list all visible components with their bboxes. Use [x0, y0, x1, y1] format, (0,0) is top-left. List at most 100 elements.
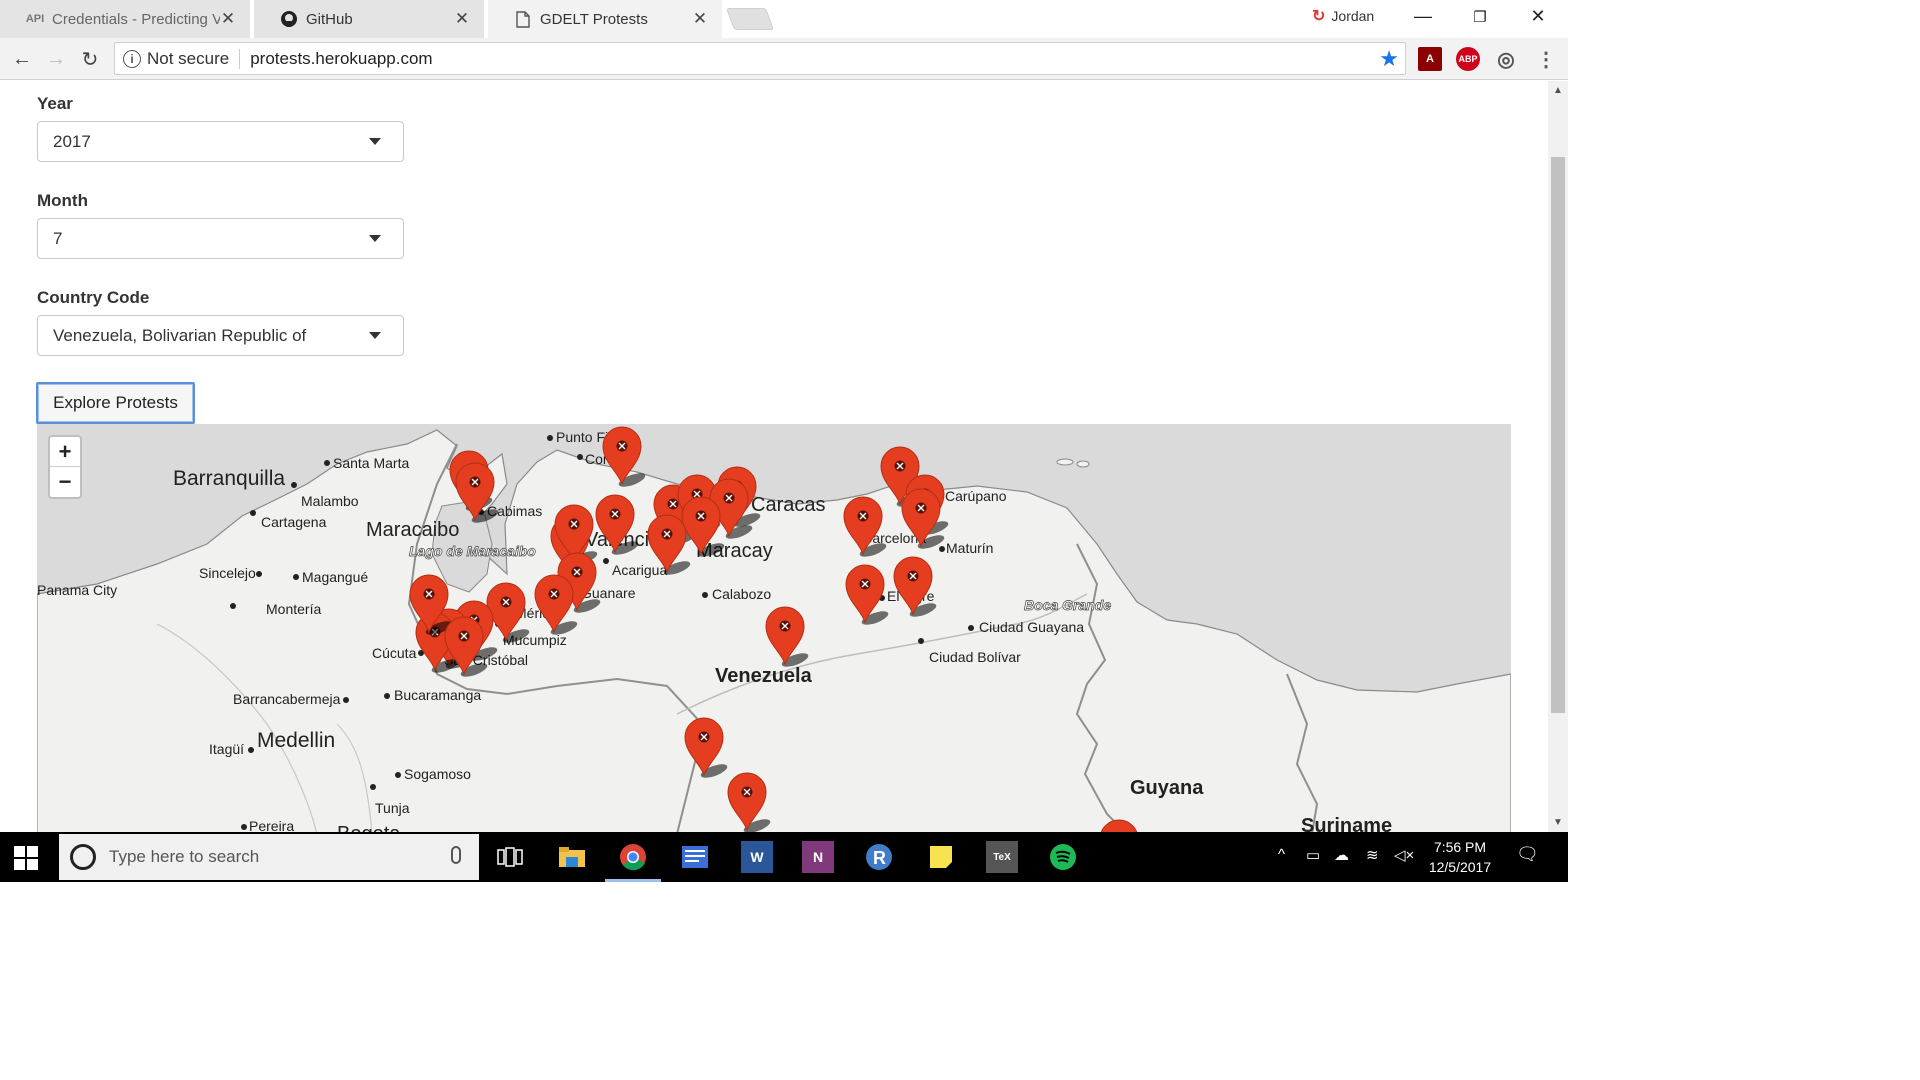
page-icon — [514, 10, 532, 28]
close-icon[interactable]: ✕ — [220, 9, 236, 29]
protest-map[interactable]: Barranquilla Santa Marta Malambo Cartage… — [37, 424, 1511, 832]
close-icon[interactable]: ✕ — [692, 9, 708, 29]
onedrive-icon[interactable]: ☁ — [1334, 846, 1349, 864]
tab-title: GDELT Protests — [540, 10, 648, 28]
month-select[interactable]: 7 — [37, 218, 404, 259]
svg-text:Carúpano: Carúpano — [945, 488, 1007, 504]
tab-strip: API Credentials - Predicting V ✕ GitHub … — [0, 0, 1568, 38]
texmaker-icon[interactable]: TeX — [986, 841, 1018, 873]
word-icon[interactable]: W — [741, 841, 773, 873]
svg-text:Venezuela: Venezuela — [715, 665, 813, 687]
zoom-in-button[interactable]: + — [50, 437, 80, 467]
onenote-icon[interactable]: N — [802, 841, 834, 873]
island — [1056, 458, 1074, 466]
wifi-icon[interactable]: ≋ — [1366, 846, 1379, 864]
svg-text:R: R — [873, 848, 886, 868]
api-icon: API — [25, 13, 45, 25]
profile-chip[interactable]: ↻ Jordan — [1312, 6, 1374, 26]
caret-down-icon — [369, 235, 381, 242]
map-canvas[interactable]: Barranquilla Santa Marta Malambo Cartage… — [37, 424, 1511, 832]
country-code-value: Venezuela, Bolivarian Republic of — [53, 325, 307, 345]
scroll-up-icon[interactable]: ▲ — [1548, 85, 1568, 96]
year-select[interactable]: 2017 — [37, 121, 404, 162]
acrobat-extension-icon[interactable]: A — [1418, 47, 1442, 71]
tab-title: GitHub — [306, 10, 353, 28]
spotify-icon[interactable] — [1047, 841, 1079, 873]
extension-swirl-icon[interactable]: ◎ — [1494, 47, 1518, 71]
svg-text:Tunja: Tunja — [375, 800, 410, 816]
svg-text:Lago de Maracaibo: Lago de Maracaibo — [409, 543, 536, 559]
svg-text:Sincelejo: Sincelejo — [199, 565, 256, 581]
task-view-icon[interactable] — [494, 841, 526, 873]
svg-text:Ciudad Guayana: Ciudad Guayana — [979, 619, 1084, 635]
windows-taskbar: Type here to search W N R TeX ^ ▭ ☁ ≋ ◁×… — [0, 832, 1568, 882]
svg-text:Santa Marta: Santa Marta — [333, 455, 409, 471]
tab-gdelt-protests[interactable]: GDELT Protests ✕ — [488, 0, 722, 38]
action-center-icon[interactable]: 🗨 — [1516, 844, 1539, 865]
svg-text:Suriname: Suriname — [1301, 815, 1392, 832]
svg-text:Sogamoso: Sogamoso — [404, 766, 471, 782]
svg-text:Maracaibo: Maracaibo — [366, 519, 459, 541]
scroll-down-icon[interactable]: ▼ — [1548, 817, 1568, 828]
country-code-label: Country Code — [37, 288, 150, 307]
close-icon[interactable]: ✕ — [454, 9, 470, 29]
year-value: 2017 — [53, 131, 91, 151]
svg-text:Ciudad Bolívar: Ciudad Bolívar — [929, 649, 1021, 665]
tray-chevron-icon[interactable]: ^ — [1278, 846, 1285, 863]
url-text[interactable]: protests.herokuapp.com — [250, 49, 1379, 69]
sync-error-icon: ↻ — [1312, 8, 1326, 25]
taskbar-clock[interactable]: 7:56 PM 12/5/2017 — [1420, 837, 1500, 877]
back-arrow-icon[interactable]: ← — [8, 45, 36, 73]
svg-text:Guyana: Guyana — [1130, 777, 1204, 799]
window-close-icon[interactable]: ✕ — [1523, 6, 1553, 27]
cortana-icon[interactable] — [70, 844, 96, 870]
year-label: Year — [37, 94, 73, 113]
security-label: Not secure — [147, 48, 241, 69]
sticky-notes-icon[interactable] — [925, 841, 957, 873]
windows-start-icon[interactable] — [14, 846, 38, 870]
caret-down-icon — [369, 332, 381, 339]
presentation-app-icon[interactable] — [679, 841, 711, 873]
address-bar[interactable]: i Not secure protests.herokuapp.com ★ — [114, 42, 1406, 75]
chrome-icon[interactable] — [617, 841, 649, 873]
forward-arrow-icon[interactable]: → — [42, 45, 70, 73]
adblock-plus-icon[interactable]: ABP — [1456, 47, 1480, 71]
svg-text:Malambo: Malambo — [301, 493, 359, 509]
minimize-icon[interactable]: — — [1408, 6, 1438, 27]
volume-muted-icon[interactable]: ◁× — [1394, 846, 1414, 864]
svg-text:Barranquilla: Barranquilla — [173, 467, 285, 490]
month-value: 7 — [53, 228, 63, 248]
svg-text:Calabozo: Calabozo — [712, 586, 771, 602]
caret-down-icon — [369, 138, 381, 145]
reload-icon[interactable]: ↻ — [76, 45, 104, 73]
svg-text:Magangué: Magangué — [302, 569, 368, 585]
search-placeholder: Type here to search — [109, 847, 260, 866]
tab-github[interactable]: GitHub ✕ — [254, 0, 484, 38]
browser-toolbar: ← → ↻ i Not secure protests.herokuapp.co… — [0, 38, 1568, 80]
tab-credentials[interactable]: API Credentials - Predicting V ✕ — [0, 0, 250, 38]
zoom-out-button[interactable]: − — [50, 467, 80, 497]
microphone-icon[interactable] — [451, 846, 461, 864]
explore-protests-button[interactable]: Explore Protests — [36, 382, 195, 424]
scrollbar-thumb[interactable] — [1551, 157, 1565, 713]
new-tab-button[interactable] — [725, 8, 775, 30]
restore-icon[interactable]: ❐ — [1465, 8, 1495, 26]
zoom-control: + − — [48, 435, 82, 499]
battery-icon[interactable]: ▭ — [1306, 846, 1320, 864]
kebab-menu-icon[interactable]: ⋮ — [1534, 47, 1558, 71]
svg-text:Acarigua: Acarigua — [612, 562, 667, 578]
clock-date: 12/5/2017 — [1428, 859, 1492, 875]
page-content: Year 2017 Month 7 Country Code Venezuela… — [0, 81, 1548, 832]
country-code-select[interactable]: Venezuela, Bolivarian Republic of — [37, 315, 404, 356]
page-scrollbar[interactable]: ▲ ▼ — [1548, 81, 1568, 832]
bookmark-star-icon[interactable]: ★ — [1379, 46, 1399, 72]
svg-text:Cartagena: Cartagena — [261, 514, 327, 530]
clock-time: 7:56 PM — [1433, 839, 1487, 855]
taskbar-search[interactable]: Type here to search — [59, 834, 479, 880]
svg-text:Cúcuta: Cúcuta — [372, 645, 417, 661]
svg-text:Bogota: Bogota — [337, 823, 401, 832]
svg-text:Montería: Montería — [266, 601, 321, 617]
file-explorer-icon[interactable] — [556, 841, 588, 873]
r-icon[interactable]: R — [863, 841, 895, 873]
info-icon[interactable]: i — [123, 49, 141, 68]
